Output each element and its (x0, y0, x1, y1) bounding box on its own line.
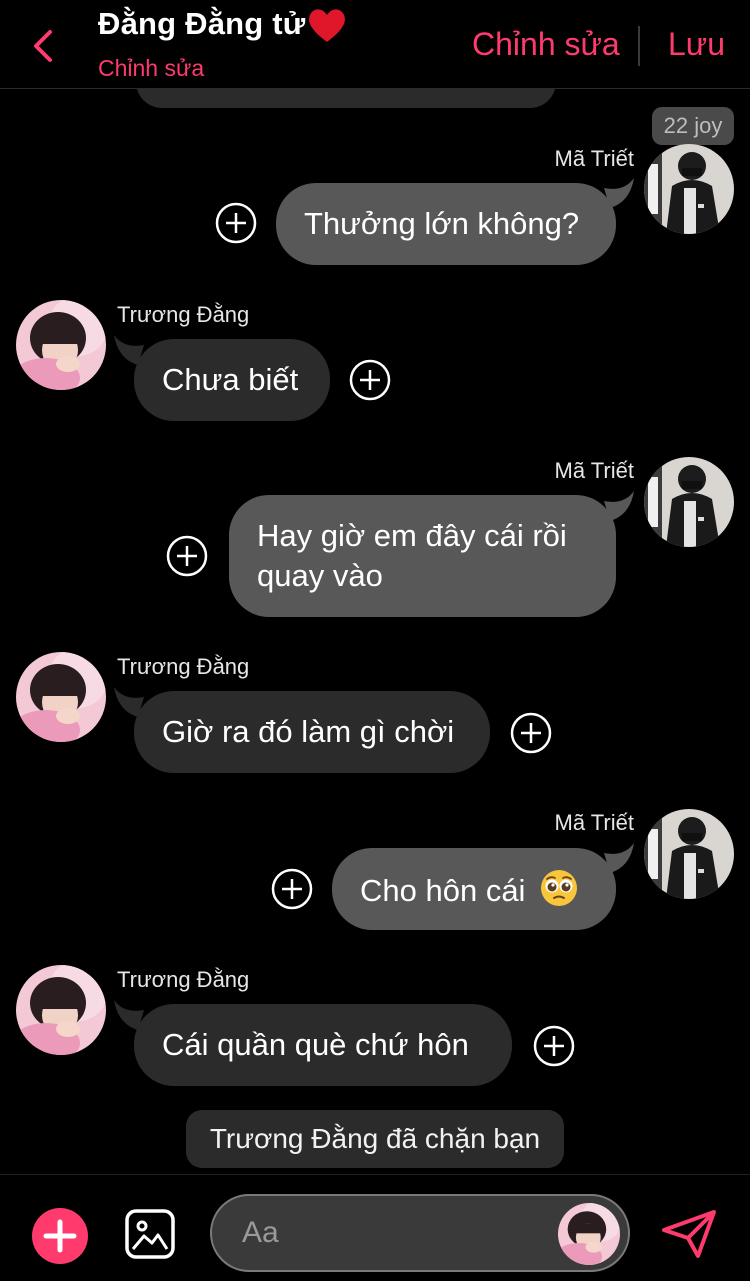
avatar-ma-triet[interactable] (644, 144, 734, 234)
save-button[interactable]: Lưu (668, 26, 725, 63)
message-input-placeholder: Aa (242, 1216, 279, 1249)
header-divider (638, 26, 640, 66)
message-text: Chưa biết (162, 362, 299, 397)
avatar-ma-triet[interactable] (644, 809, 734, 899)
edit-button[interactable]: Chỉnh sửa (472, 26, 620, 63)
add-button[interactable] (32, 1208, 88, 1264)
input-avatar[interactable] (558, 1203, 620, 1265)
back-chevron-icon[interactable] (28, 26, 64, 66)
sender-name: Trương Đằng (117, 967, 250, 992)
avatar-truong-dang[interactable] (16, 965, 106, 1055)
chat-title-text: Đằng Đằng tử (98, 6, 306, 41)
image-icon[interactable] (124, 1208, 176, 1260)
send-icon[interactable] (660, 1208, 718, 1260)
message-text: Cái quần què chứ hôn (162, 1027, 469, 1062)
plus-circle-icon[interactable] (215, 202, 257, 244)
sender-name: Mã Triết (554, 810, 634, 835)
message-text-line-1: Hay giờ em đây cái rồi (257, 518, 567, 553)
message-bubble-in[interactable]: Cái quần què chứ hôn (134, 1004, 512, 1086)
plus-circle-icon[interactable] (349, 359, 391, 401)
message-text: Giờ ra đó làm gì chời (162, 714, 455, 749)
chat-title: Đằng Đằng tử (98, 6, 347, 44)
sender-name: Trương Đằng (117, 302, 250, 327)
message-bubble-in[interactable]: Chưa biết (134, 339, 330, 421)
chat-header: Đằng Đằng tử Chỉnh sửa Chỉnh sửa Lưu (0, 0, 750, 89)
message-bubble-out[interactable]: Hay giờ em đây cái rồi quay vào (229, 495, 616, 617)
avatar-truong-dang[interactable] (16, 652, 106, 742)
plus-circle-icon[interactable] (510, 712, 552, 754)
message-input[interactable]: Aa (210, 1194, 630, 1272)
avatar-ma-triet[interactable] (644, 457, 734, 547)
message-bubble-out[interactable]: Thưởng lớn không? (276, 183, 616, 265)
pleading-face-emoji (541, 870, 578, 906)
sender-name: Trương Đằng (117, 654, 250, 679)
heart-icon (309, 9, 346, 43)
avatar-truong-dang[interactable] (16, 300, 106, 390)
message-text-content: Cho hôn cái (360, 873, 526, 908)
message-text: Thưởng lớn không? (304, 206, 580, 241)
sender-name: Mã Triết (554, 458, 634, 483)
chat-subtitle[interactable]: Chỉnh sửa (98, 55, 204, 82)
message-text-line-2: quay vào (257, 558, 383, 593)
plus-icon (43, 1219, 77, 1253)
count-badge: 22 joy (652, 107, 734, 145)
sender-name: Mã Triết (554, 146, 634, 171)
message-bubble-in[interactable]: Giờ ra đó làm gì chời (134, 691, 490, 773)
message-bubble-out[interactable]: Cho hôn cái (332, 848, 616, 930)
plus-circle-icon[interactable] (533, 1025, 575, 1067)
plus-circle-icon[interactable] (166, 535, 208, 577)
plus-circle-icon[interactable] (271, 868, 313, 910)
message-text: Cho hôn cái (360, 869, 588, 911)
blocked-notice: Trương Đằng đã chặn bạn (186, 1110, 564, 1168)
